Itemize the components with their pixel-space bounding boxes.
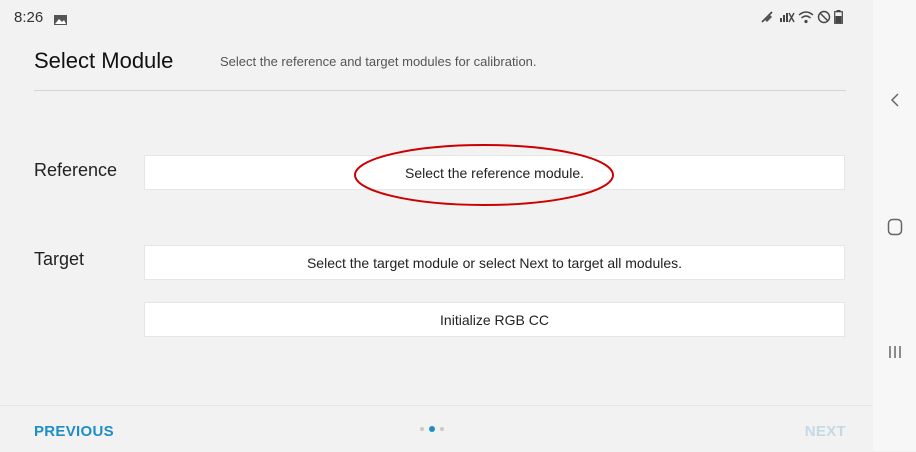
home-icon (887, 218, 903, 241)
bottom-bar: PREVIOUS NEXT (0, 405, 873, 452)
page-dot (420, 427, 424, 431)
previous-button[interactable]: PREVIOUS (34, 423, 114, 440)
dnd-icon (817, 10, 831, 24)
signal-icon (779, 10, 795, 24)
status-time: 8:26 (14, 9, 44, 26)
page-subtitle: Select the reference and target modules … (220, 54, 537, 69)
target-label: Target (34, 249, 85, 269)
reference-field-text: Select the reference module. (405, 164, 584, 181)
page-indicator (420, 426, 444, 432)
back-icon (889, 92, 901, 113)
page-header: Select Module Select the reference and t… (34, 48, 846, 90)
initialize-button-label: Initialize RGB CC (440, 311, 549, 328)
next-button[interactable]: NEXT (805, 423, 846, 440)
recents-button[interactable] (873, 334, 916, 374)
header-divider (34, 90, 846, 91)
recents-icon (888, 344, 902, 365)
target-field-text: Select the target module or select Next … (306, 254, 683, 271)
status-icons (760, 10, 843, 24)
home-button[interactable] (873, 209, 916, 249)
target-module-field[interactable]: Select the target module or select Next … (144, 245, 845, 280)
reference-module-field[interactable]: Select the reference module. (144, 155, 845, 190)
status-bar: 8:26 (0, 0, 873, 36)
app-screen: 8:26 Select Module Select the reference … (0, 0, 873, 451)
page-dot (440, 427, 444, 431)
image-icon (54, 12, 67, 25)
page-dot-active (429, 426, 435, 432)
initialize-rgb-cc-button[interactable]: Initialize RGB CC (144, 302, 845, 337)
back-button[interactable] (873, 82, 916, 122)
system-navigation-bar (873, 0, 916, 451)
reference-label: Reference (34, 160, 118, 180)
mute-icon (760, 10, 776, 24)
page-title: Select Module (34, 48, 174, 73)
wifi-icon (798, 10, 814, 24)
battery-icon (834, 10, 843, 24)
